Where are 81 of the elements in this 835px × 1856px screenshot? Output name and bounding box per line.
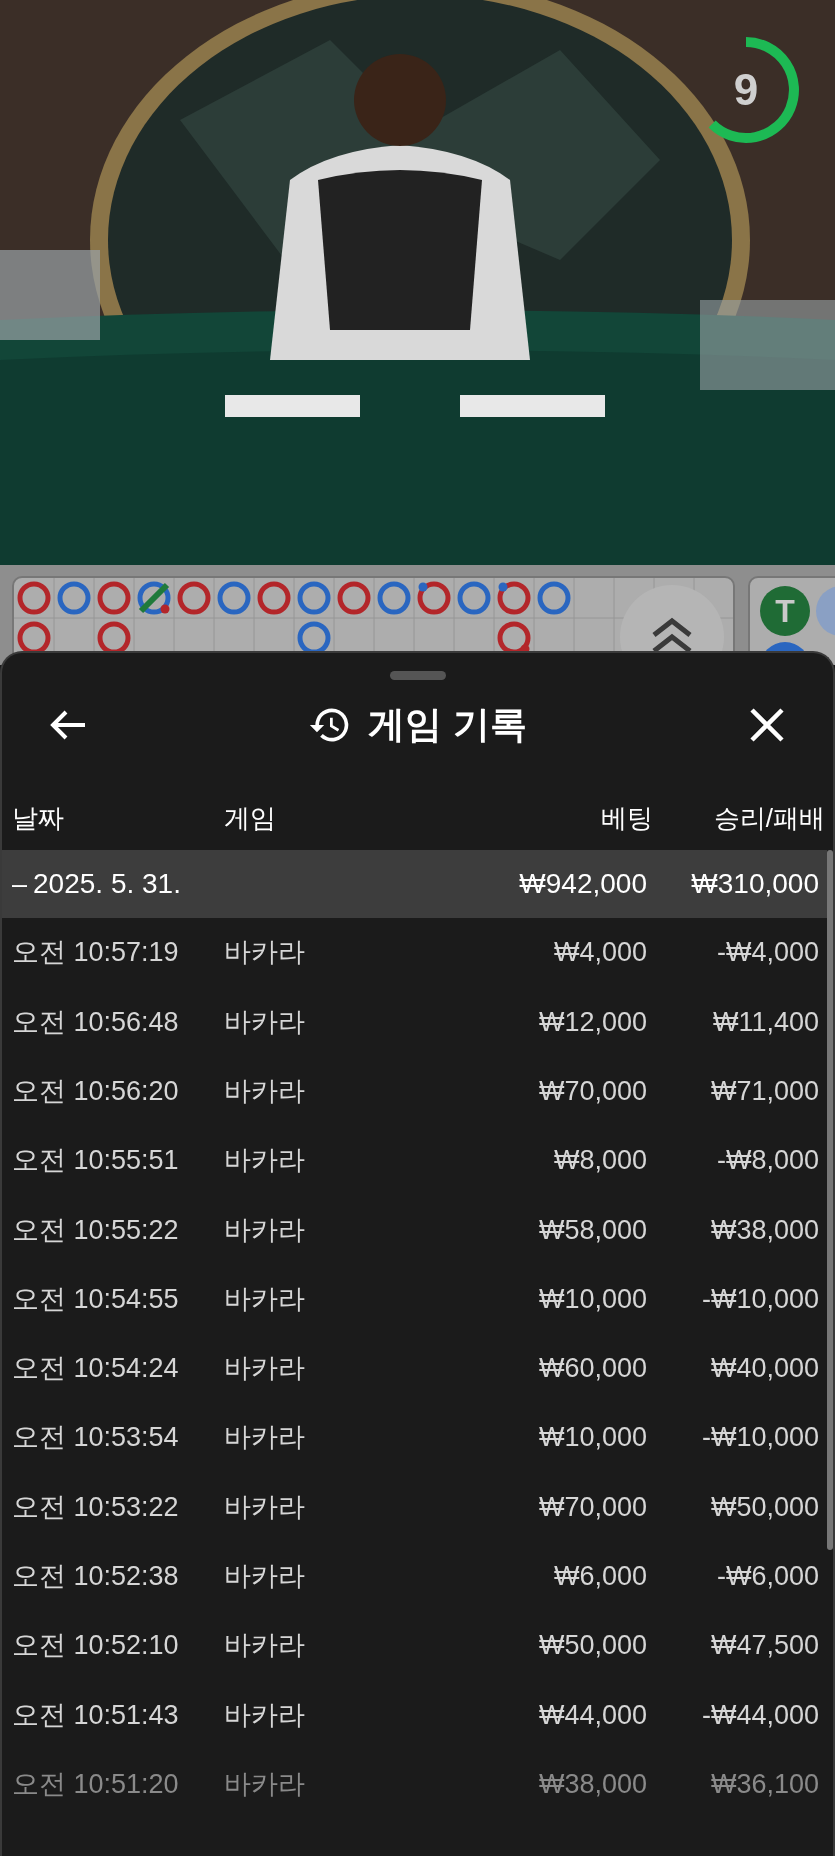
row-time: 오전 10:52:10 xyxy=(12,1629,180,1663)
collapse-toggle[interactable]: – xyxy=(12,870,28,898)
history-row[interactable]: 오전 10:52:10 바카라 ₩50,000 ₩47,500 xyxy=(2,1610,827,1681)
row-result: -₩10,000 xyxy=(700,1282,819,1316)
row-game: 바카라 xyxy=(224,1144,306,1178)
row-result: -₩8,000 xyxy=(715,1144,819,1178)
row-bet: ₩8,000 xyxy=(552,1144,647,1178)
sheet-title: 게임 기록 xyxy=(368,703,527,748)
history-row[interactable]: 오전 10:56:48 바카라 ₩12,000 ₩11,400 xyxy=(2,987,827,1057)
history-row[interactable]: 오전 10:53:54 바카라 ₩10,000 -₩10,000 xyxy=(2,1403,827,1473)
row-game: 바카라 xyxy=(224,1282,306,1316)
row-bet: ₩60,000 xyxy=(537,1352,647,1386)
history-row[interactable]: 오전 10:54:55 바카라 ₩10,000 -₩10,000 xyxy=(2,1264,827,1334)
row-time: 오전 10:54:55 xyxy=(12,1282,180,1316)
bet-total: ₩942,000 xyxy=(518,867,647,901)
row-bet: ₩10,000 xyxy=(537,1282,647,1316)
history-row[interactable]: 오전 10:51:20 바카라 ₩38,000 ₩36,100 xyxy=(2,1749,827,1819)
row-game: 바카라 xyxy=(224,936,306,970)
close-icon xyxy=(749,707,785,743)
column-header: 날짜 xyxy=(12,801,65,835)
scrollbar[interactable] xyxy=(827,850,833,1550)
row-time: 오전 10:52:38 xyxy=(12,1560,180,1594)
row-bet: ₩70,000 xyxy=(537,1075,647,1108)
countdown-number: 9 xyxy=(733,68,759,112)
row-game: 바카라 xyxy=(224,1490,306,1524)
row-result: ₩36,100 xyxy=(709,1767,819,1801)
row-time: 오전 10:55:51 xyxy=(12,1144,180,1178)
row-bet: ₩50,000 xyxy=(537,1629,647,1663)
column-header: 승리/패배 xyxy=(712,801,825,835)
history-row[interactable]: 오전 10:56:20 바카라 ₩70,000 ₩71,000 xyxy=(2,1056,827,1126)
result-total: ₩310,000 xyxy=(690,867,819,901)
row-bet: ₩38,000 xyxy=(537,1767,647,1801)
row-time: 오전 10:56:48 xyxy=(12,1005,180,1039)
row-game: 바카라 xyxy=(224,1629,306,1663)
row-bet: ₩44,000 xyxy=(537,1698,647,1732)
row-result: ₩50,000 xyxy=(709,1490,819,1524)
row-result: -₩6,000 xyxy=(715,1560,819,1594)
drag-handle[interactable] xyxy=(389,671,446,680)
history-row[interactable]: 오전 10:51:43 바카라 ₩44,000 -₩44,000 xyxy=(2,1680,827,1750)
history-row[interactable]: 오전 10:54:24 바카라 ₩60,000 ₩40,000 xyxy=(2,1333,827,1404)
row-result: ₩47,500 xyxy=(709,1629,819,1663)
row-result: ₩40,000 xyxy=(709,1352,819,1386)
row-game: 바카라 xyxy=(224,1005,306,1039)
back-arrow-icon xyxy=(49,709,87,741)
group-date: 2025. 5. 31. xyxy=(33,867,181,901)
row-time: 오전 10:51:43 xyxy=(12,1698,180,1732)
tie-badge: T xyxy=(760,586,810,636)
history-row[interactable]: 오전 10:52:38 바카라 ₩6,000 -₩6,000 xyxy=(2,1541,827,1611)
row-game: 바카라 xyxy=(224,1075,306,1108)
row-time: 오전 10:56:20 xyxy=(12,1075,180,1108)
row-game: 바카라 xyxy=(224,1421,306,1455)
row-bet: ₩10,000 xyxy=(537,1421,647,1455)
row-time: 오전 10:57:19 xyxy=(12,936,180,970)
row-time: 오전 10:53:54 xyxy=(12,1421,180,1455)
history-row[interactable]: 오전 10:55:51 바카라 ₩8,000 -₩8,000 xyxy=(2,1125,827,1196)
column-header: 게임 xyxy=(224,801,277,835)
row-game: 바카라 xyxy=(224,1352,306,1386)
row-result: -₩10,000 xyxy=(700,1421,819,1455)
row-game: 바카라 xyxy=(224,1560,306,1594)
history-row[interactable]: 오전 10:57:19 바카라 ₩4,000 -₩4,000 xyxy=(2,918,827,988)
row-time: 오전 10:55:22 xyxy=(12,1213,180,1247)
date-group-row[interactable]: – 2025. 5. 31. ₩942,000 ₩310,000 xyxy=(2,850,827,918)
row-bet: ₩70,000 xyxy=(537,1490,647,1524)
row-bet: ₩58,000 xyxy=(537,1213,647,1247)
row-result: ₩38,000 xyxy=(709,1213,819,1247)
history-row[interactable]: 오전 10:55:22 바카라 ₩58,000 ₩38,000 xyxy=(2,1195,827,1265)
row-result: ₩11,400 xyxy=(711,1005,819,1039)
row-result: ₩71,000 xyxy=(709,1075,819,1108)
history-row[interactable]: 오전 10:53:22 바카라 ₩70,000 ₩50,000 xyxy=(2,1472,827,1542)
row-time: 오전 10:54:24 xyxy=(12,1352,180,1386)
row-game: 바카라 xyxy=(224,1767,306,1801)
row-bet: ₩12,000 xyxy=(537,1005,647,1039)
row-bet: ₩4,000 xyxy=(552,936,647,970)
row-game: 바카라 xyxy=(224,1213,306,1247)
row-result: -₩4,000 xyxy=(715,936,819,970)
row-bet: ₩6,000 xyxy=(552,1560,647,1594)
column-header: 베팅 xyxy=(600,801,653,835)
row-result: -₩44,000 xyxy=(700,1698,819,1732)
row-time: 오전 10:51:20 xyxy=(12,1767,180,1801)
row-time: 오전 10:53:22 xyxy=(12,1490,180,1524)
row-game: 바카라 xyxy=(224,1698,306,1732)
